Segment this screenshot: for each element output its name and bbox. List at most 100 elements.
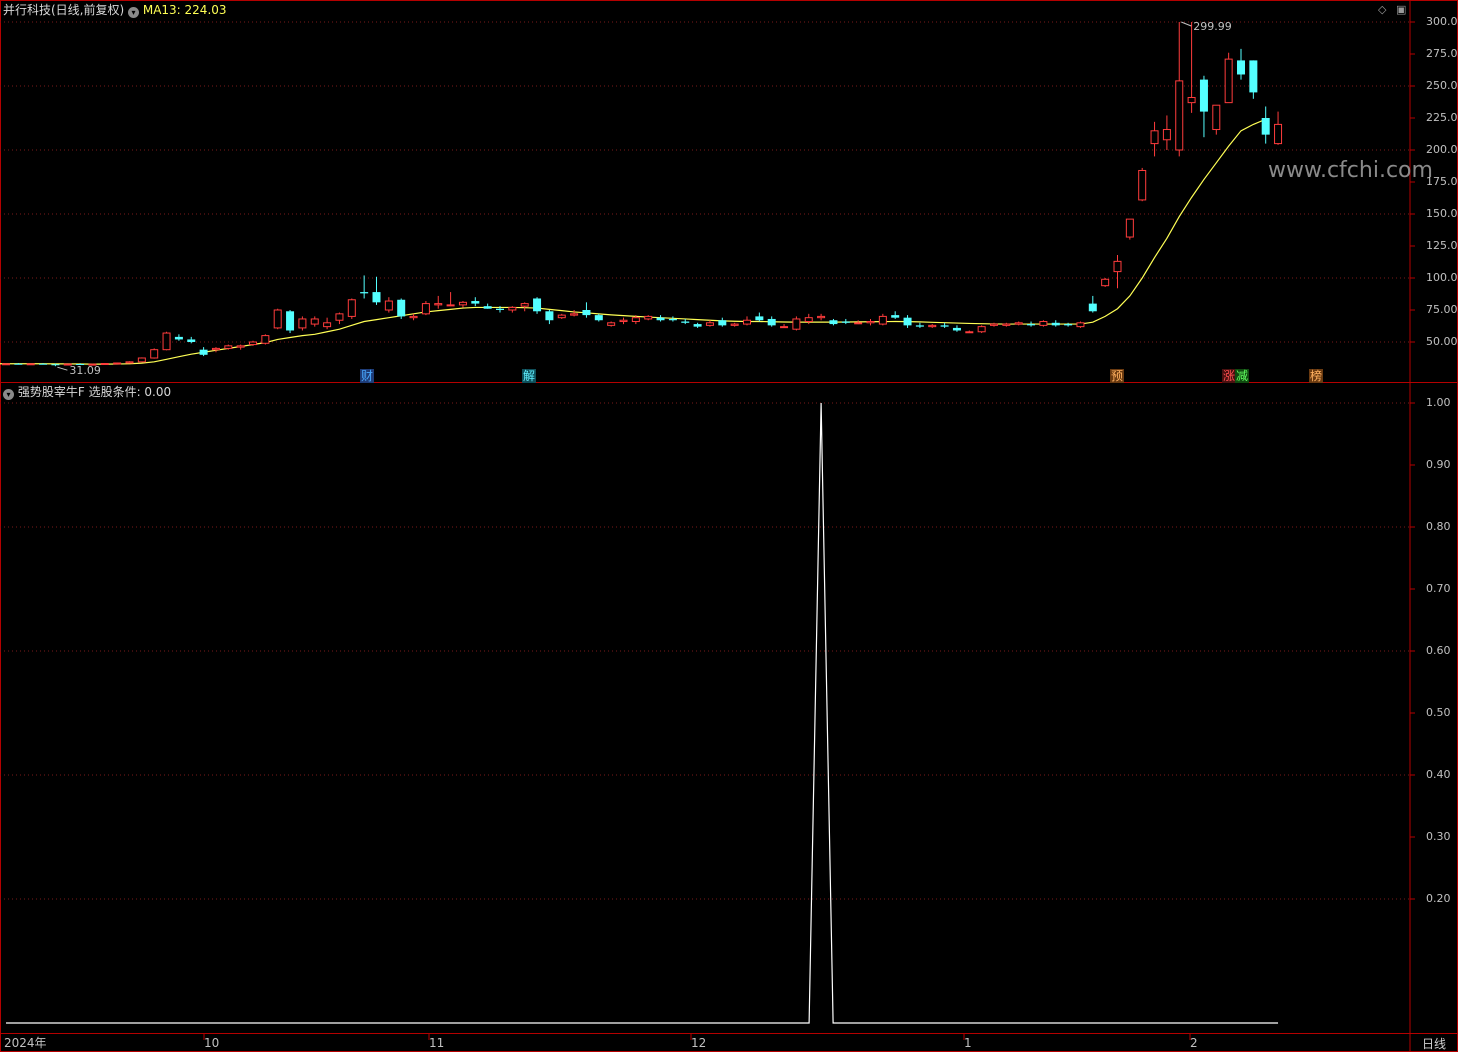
x-label-12: 12 bbox=[691, 1036, 707, 1050]
candle bbox=[940, 322, 949, 328]
indicator-tick-label: 0.90 bbox=[1426, 458, 1451, 471]
candlestick-series bbox=[2, 22, 1283, 367]
indicator-dropdown-icon[interactable]: ▾ bbox=[3, 389, 14, 400]
event-tag-reduce[interactable]: 减 bbox=[1235, 369, 1250, 383]
candle-body-down bbox=[1088, 303, 1097, 312]
indicator-name-label: 强势股宰牛F bbox=[17, 385, 85, 399]
candle bbox=[767, 316, 776, 327]
indicator-value-label: 选股条件: 0.00 bbox=[88, 385, 172, 399]
candle-body-up bbox=[1039, 321, 1048, 326]
candle-body-up bbox=[162, 332, 171, 351]
candle bbox=[434, 295, 443, 309]
stock-title[interactable]: 并行科技(日线,前复权) ▾ MA13: 224.03 bbox=[3, 3, 227, 18]
x-label-2024: 2024年 bbox=[4, 1036, 47, 1050]
candle bbox=[384, 297, 393, 313]
candle-body-down bbox=[471, 301, 480, 304]
candle bbox=[841, 318, 850, 325]
candle-body-down bbox=[51, 364, 60, 366]
candle-body-up bbox=[792, 318, 801, 330]
indicator-tick-label: 0.60 bbox=[1426, 644, 1451, 657]
candle-body-up bbox=[236, 345, 245, 348]
candle bbox=[323, 317, 332, 330]
candle bbox=[829, 318, 838, 326]
price-tick-label: 300.00 bbox=[1426, 15, 1458, 28]
candle-body-up bbox=[1224, 58, 1233, 104]
candle-body-down bbox=[483, 306, 492, 309]
candle-body-down bbox=[656, 317, 665, 321]
candle bbox=[1051, 320, 1060, 327]
candle bbox=[347, 298, 356, 319]
x-label-11: 11 bbox=[429, 1036, 445, 1050]
diamond-icon[interactable]: ◇ bbox=[1378, 4, 1386, 16]
candle bbox=[965, 330, 974, 334]
candle bbox=[619, 317, 628, 325]
grid-lines bbox=[0, 21, 1415, 1040]
indicator-title[interactable]: ▾ 强势股宰牛F 选股条件: 0.00 bbox=[3, 385, 171, 400]
candle-body-down bbox=[915, 325, 924, 327]
candle bbox=[668, 316, 677, 322]
candle bbox=[977, 325, 986, 334]
candle-body-up bbox=[619, 319, 628, 323]
candle bbox=[681, 318, 690, 325]
candle-body-up bbox=[1274, 123, 1283, 145]
x-label-10: 10 bbox=[204, 1036, 220, 1050]
candle bbox=[1261, 106, 1270, 144]
candle-body-down bbox=[1051, 322, 1060, 326]
candle-body-up bbox=[928, 324, 937, 328]
low-price-label: 31.09 bbox=[69, 364, 101, 377]
event-tag-unlock[interactable]: 解 bbox=[522, 369, 537, 383]
candle-body-up bbox=[780, 326, 789, 329]
candle bbox=[718, 317, 727, 327]
indicator-tick-label: 0.50 bbox=[1426, 706, 1451, 719]
candle-body-down bbox=[39, 363, 48, 365]
candle-body-up bbox=[384, 300, 393, 311]
candle-body-down bbox=[755, 316, 764, 321]
settings-dropdown-icon[interactable]: ▾ bbox=[128, 7, 140, 18]
candle bbox=[545, 310, 554, 325]
candle bbox=[1014, 321, 1023, 326]
price-tick-label: 150.00 bbox=[1426, 207, 1458, 220]
event-tag-rise[interactable]: 涨 bbox=[1222, 369, 1237, 383]
candle-body-up bbox=[100, 363, 109, 366]
candle bbox=[878, 313, 887, 326]
candle bbox=[150, 348, 159, 359]
candle bbox=[174, 334, 183, 341]
candle bbox=[1224, 52, 1233, 104]
candle-body-down bbox=[496, 308, 504, 310]
candle bbox=[730, 322, 739, 327]
candle bbox=[236, 344, 245, 350]
event-tag-finance[interactable]: 财 bbox=[360, 369, 375, 383]
event-tag-forecast[interactable]: 预 bbox=[1110, 369, 1125, 383]
candle-body-down bbox=[187, 339, 196, 342]
candle-body-up bbox=[607, 322, 616, 326]
candle-body-down bbox=[903, 317, 912, 326]
candle-body-up bbox=[323, 322, 332, 328]
maximize-icon[interactable]: ▣ bbox=[1396, 4, 1406, 16]
ma13-line bbox=[0, 118, 1266, 365]
candle bbox=[1150, 121, 1159, 157]
candle bbox=[520, 302, 529, 312]
candle bbox=[1138, 167, 1147, 202]
candle-body-up bbox=[1150, 130, 1159, 145]
ma-value-label: MA13: 224.03 bbox=[142, 3, 227, 17]
candle-body-up bbox=[137, 357, 146, 363]
candle bbox=[952, 325, 961, 332]
candle bbox=[471, 297, 480, 307]
candle-body-up bbox=[977, 326, 986, 333]
candle bbox=[199, 347, 208, 357]
candle bbox=[1162, 115, 1171, 150]
candle-body-down bbox=[360, 292, 369, 294]
candle bbox=[1274, 111, 1283, 145]
candle bbox=[26, 363, 35, 366]
candle-body-up bbox=[854, 322, 863, 325]
candle-body-up bbox=[434, 303, 443, 306]
candle bbox=[1039, 320, 1048, 327]
candle bbox=[582, 302, 591, 318]
event-tag-list[interactable]: 榜 bbox=[1309, 369, 1324, 383]
candle bbox=[1237, 48, 1245, 80]
candle bbox=[286, 310, 295, 334]
candle bbox=[693, 322, 702, 328]
candle bbox=[261, 334, 270, 345]
candle-body-down bbox=[1199, 79, 1208, 112]
period-label[interactable]: 日线 bbox=[1422, 1035, 1446, 1052]
